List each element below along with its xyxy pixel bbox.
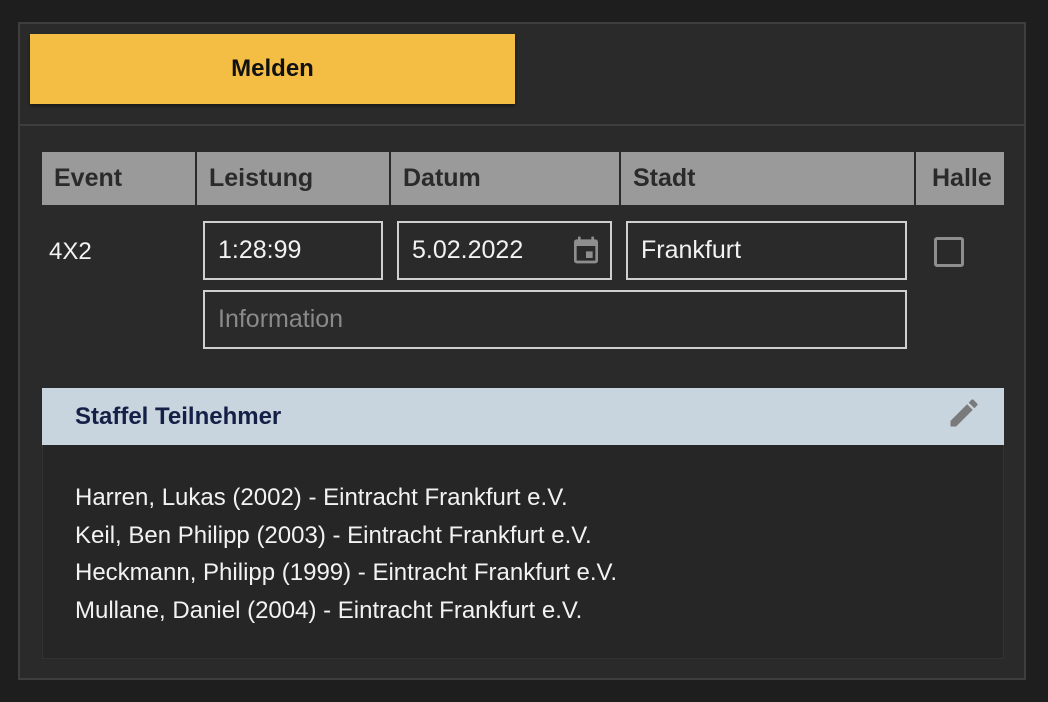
calendar-icon[interactable]: [570, 233, 602, 267]
staffel-member-list: Harren, Lukas (2002) - Eintracht Frankfu…: [42, 445, 1004, 659]
information-placeholder: Information: [218, 305, 344, 333]
member-item: Heckmann, Philipp (1999) - Eintracht Fra…: [75, 559, 618, 586]
pencil-icon[interactable]: [946, 395, 982, 431]
header-stadt: Stadt: [621, 152, 914, 205]
member-item: Keil, Ben Philipp (2003) - Eintracht Fra…: [75, 521, 592, 549]
stadt-value: Frankfurt: [641, 236, 742, 264]
staffel-title: Staffel Teilnehmer: [75, 402, 282, 430]
datum-value: 5.02.2022: [412, 236, 524, 264]
halle-checkbox[interactable]: [934, 237, 964, 267]
relay-registration-panel: Melden Event Leistung Datum Stadt Halle …: [18, 22, 1026, 680]
action-bar: Melden: [20, 24, 1024, 126]
member-item: Harren, Lukas (2002) - Eintracht Frankfu…: [75, 484, 568, 511]
information-input[interactable]: Information: [203, 290, 907, 349]
header-datum: Datum: [391, 152, 619, 205]
member-item: Mullane, Daniel (2004) - Eintracht Frank…: [75, 596, 583, 624]
staffel-header: Staffel Teilnehmer: [42, 388, 1004, 445]
leistung-input[interactable]: 1:28:99: [203, 221, 383, 280]
melden-button[interactable]: Melden: [30, 34, 515, 104]
datum-input[interactable]: 5.02.2022: [397, 221, 612, 280]
event-value: 4X2: [49, 238, 92, 265]
header-leistung: Leistung: [197, 152, 389, 205]
header-event: Event: [42, 152, 195, 205]
header-halle: Halle: [916, 152, 1004, 205]
leistung-value: 1:28:99: [218, 236, 302, 264]
stadt-input[interactable]: Frankfurt: [626, 221, 907, 280]
